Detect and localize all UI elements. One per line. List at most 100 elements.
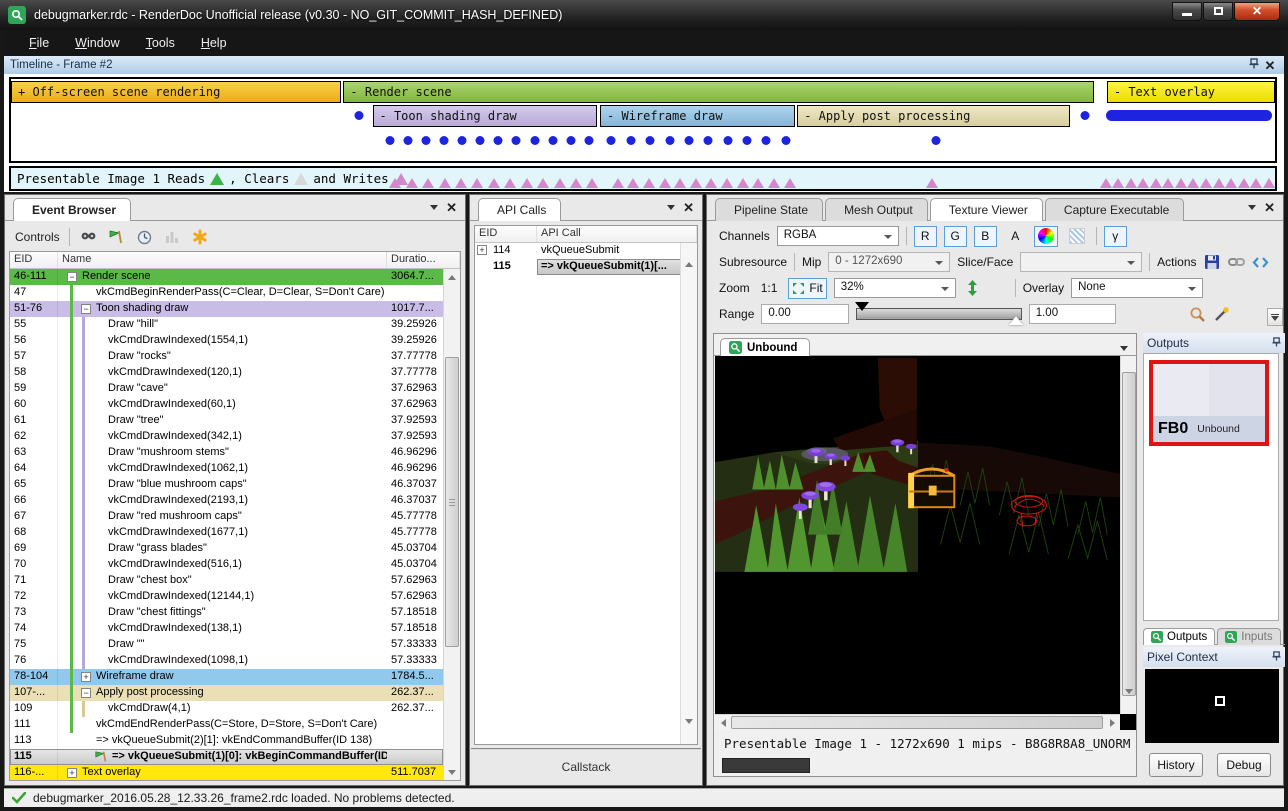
timeline-event-dot[interactable]	[1081, 111, 1090, 120]
timeline-event-dot[interactable]	[354, 111, 363, 120]
tab-pipeline-state[interactable]: Pipeline State	[715, 198, 823, 221]
channels-select[interactable]: RGBA	[777, 226, 899, 246]
callstack-section[interactable]: Callstack	[471, 748, 701, 784]
write-triangle[interactable]	[586, 178, 598, 188]
column-eid[interactable]: EID	[10, 252, 58, 268]
timeline-draw-dot[interactable]	[743, 136, 752, 145]
close-icon[interactable]: ✕	[1262, 59, 1278, 72]
timeline-draw-dot[interactable]	[404, 136, 413, 145]
timeline-marker--apply-post-processing[interactable]: - Apply post processing	[797, 105, 1070, 127]
write-triangle[interactable]	[721, 178, 733, 188]
zoom-1-1-button[interactable]: 1:1	[757, 278, 782, 299]
api-call-row-114[interactable]: +114vkQueueSubmit	[475, 243, 697, 259]
timeline-draw-dot[interactable]	[566, 136, 575, 145]
event-row-59[interactable]: 59Draw "cave"37.62963	[10, 381, 443, 397]
timeline-event-pill[interactable]	[1106, 110, 1273, 121]
write-triangle[interactable]	[752, 178, 764, 188]
write-triangle[interactable]	[1137, 178, 1149, 188]
write-triangle[interactable]	[784, 178, 796, 188]
write-triangle[interactable]	[439, 178, 451, 188]
write-triangle[interactable]	[1225, 178, 1237, 188]
menu-file[interactable]: File	[18, 32, 60, 54]
event-row-62[interactable]: 62vkCmdDrawIndexed(342,1)37.92593	[10, 429, 443, 445]
write-triangle[interactable]	[455, 178, 467, 188]
event-row-68[interactable]: 68vkCmdDrawIndexed(1677,1)45.77778	[10, 525, 443, 541]
write-triangle[interactable]	[1125, 178, 1137, 188]
timeline-marker--wireframe-draw[interactable]: - Wireframe draw	[600, 105, 795, 127]
timeline-draw-dot[interactable]	[704, 136, 713, 145]
panel-menu-icon[interactable]	[430, 205, 438, 210]
jump-to-event-icon[interactable]	[107, 228, 126, 247]
event-row-115[interactable]: 115=> vkQueueSubmit(1)[0]: vkBeginComman…	[10, 749, 443, 765]
mip-select[interactable]: 0 - 1272x690	[828, 252, 950, 272]
tab-capture-executable[interactable]: Capture Executable	[1045, 198, 1184, 221]
range-max-input[interactable]: 1.00	[1029, 304, 1116, 324]
maximize-button[interactable]	[1203, 2, 1233, 21]
timeline-draw-dot[interactable]	[512, 136, 521, 145]
write-triangle[interactable]	[1250, 178, 1262, 188]
write-triangle[interactable]	[1100, 178, 1112, 188]
timeline-draw-dot[interactable]	[932, 136, 941, 145]
event-row-56[interactable]: 56vkCmdDrawIndexed(1554,1)39.25926	[10, 333, 443, 349]
timeline-draw-dot[interactable]	[762, 136, 771, 145]
event-row-58[interactable]: 58vkCmdDrawIndexed(120,1)37.77778	[10, 365, 443, 381]
side-tab-outputs[interactable]: Outputs	[1143, 628, 1215, 645]
menu-window[interactable]: Window	[64, 32, 130, 54]
write-triangle[interactable]	[1213, 178, 1225, 188]
tree-expand-toggle[interactable]: +	[81, 672, 91, 682]
column-duration[interactable]: Duratio...	[387, 252, 460, 268]
tree-expand-toggle[interactable]: −	[81, 688, 91, 698]
gamma-toggle[interactable]: γ	[1104, 226, 1127, 247]
debug-button[interactable]: Debug	[1217, 753, 1271, 777]
texture-image[interactable]	[715, 356, 1136, 730]
side-tab-inputs[interactable]: Inputs	[1217, 628, 1280, 645]
texture-tab-menu-icon[interactable]	[1120, 346, 1128, 351]
event-row-109[interactable]: 109vkCmdDraw(4,1)262.37...	[10, 701, 443, 717]
time-durations-icon[interactable]	[135, 228, 154, 247]
save-icon[interactable]	[1204, 253, 1221, 272]
event-row-63[interactable]: 63Draw "mushroom stems"46.96296	[10, 445, 443, 461]
timeline-draw-dot[interactable]	[781, 136, 790, 145]
write-triangle[interactable]	[422, 178, 434, 188]
autofit-wand-icon[interactable]	[1213, 305, 1230, 324]
history-button[interactable]: History	[1149, 753, 1203, 777]
panel-close-icon[interactable]: ✕	[683, 201, 694, 214]
pin-icon[interactable]	[1272, 650, 1281, 664]
write-triangle[interactable]	[612, 178, 624, 188]
timeline-marker--render-scene[interactable]: - Render scene	[343, 81, 1094, 103]
timeline-draw-dot[interactable]	[607, 136, 616, 145]
statistics-icon-disabled[interactable]	[163, 228, 182, 247]
write-triangle[interactable]	[690, 178, 702, 188]
timeline-draw-dot[interactable]	[646, 136, 655, 145]
event-row-76[interactable]: 76vkCmdDrawIndexed(1098,1)57.33333	[10, 653, 443, 669]
tab-mesh-output[interactable]: Mesh Output	[825, 198, 928, 221]
event-browser-scrollbar[interactable]	[443, 269, 460, 780]
zoom-level-select[interactable]: 32%	[834, 278, 956, 298]
event-row-67[interactable]: 67Draw "red mushroom caps"45.77778	[10, 509, 443, 525]
event-row-65[interactable]: 65Draw "blue mushroom caps"46.37037	[10, 477, 443, 493]
write-triangle[interactable]	[659, 178, 671, 188]
event-row-55[interactable]: 55Draw "hill"39.25926	[10, 317, 443, 333]
event-row-57[interactable]: 57Draw "rocks"37.77778	[10, 349, 443, 365]
event-row-46-111[interactable]: 46-111−Render scene3064.7...	[10, 269, 443, 285]
flip-y-icon[interactable]	[963, 279, 982, 298]
timeline-track[interactable]: + Off-screen scene rendering- Render sce…	[9, 77, 1277, 163]
zoom-fit-button[interactable]: Fit	[788, 278, 826, 299]
event-row-113[interactable]: 113=> vkQueueSubmit(2)[1]: vkEndCommandB…	[10, 733, 443, 749]
timeline-draw-dot[interactable]	[476, 136, 485, 145]
tree-expand-toggle[interactable]: −	[81, 304, 91, 314]
write-triangle[interactable]	[1238, 178, 1250, 188]
range-min-input[interactable]: 0.00	[761, 304, 848, 324]
colorwheel-toggle[interactable]	[1034, 226, 1058, 247]
find-icon[interactable]	[79, 228, 98, 247]
event-row-72[interactable]: 72vkCmdDrawIndexed(12144,1)57.62963	[10, 589, 443, 605]
timeline-draw-dot[interactable]	[665, 136, 674, 145]
pin-icon[interactable]	[1272, 336, 1281, 350]
event-row-51-76[interactable]: 51-76−Toon shading draw1017.7...	[10, 301, 443, 317]
write-triangle[interactable]	[1150, 178, 1162, 188]
texture-vertical-scrollbar[interactable]	[1120, 356, 1136, 714]
pin-icon[interactable]	[1246, 58, 1262, 72]
range-slider[interactable]	[856, 305, 1022, 323]
alpha-checker-toggle[interactable]	[1065, 226, 1089, 247]
backdrop-color-swatch[interactable]	[722, 758, 810, 773]
